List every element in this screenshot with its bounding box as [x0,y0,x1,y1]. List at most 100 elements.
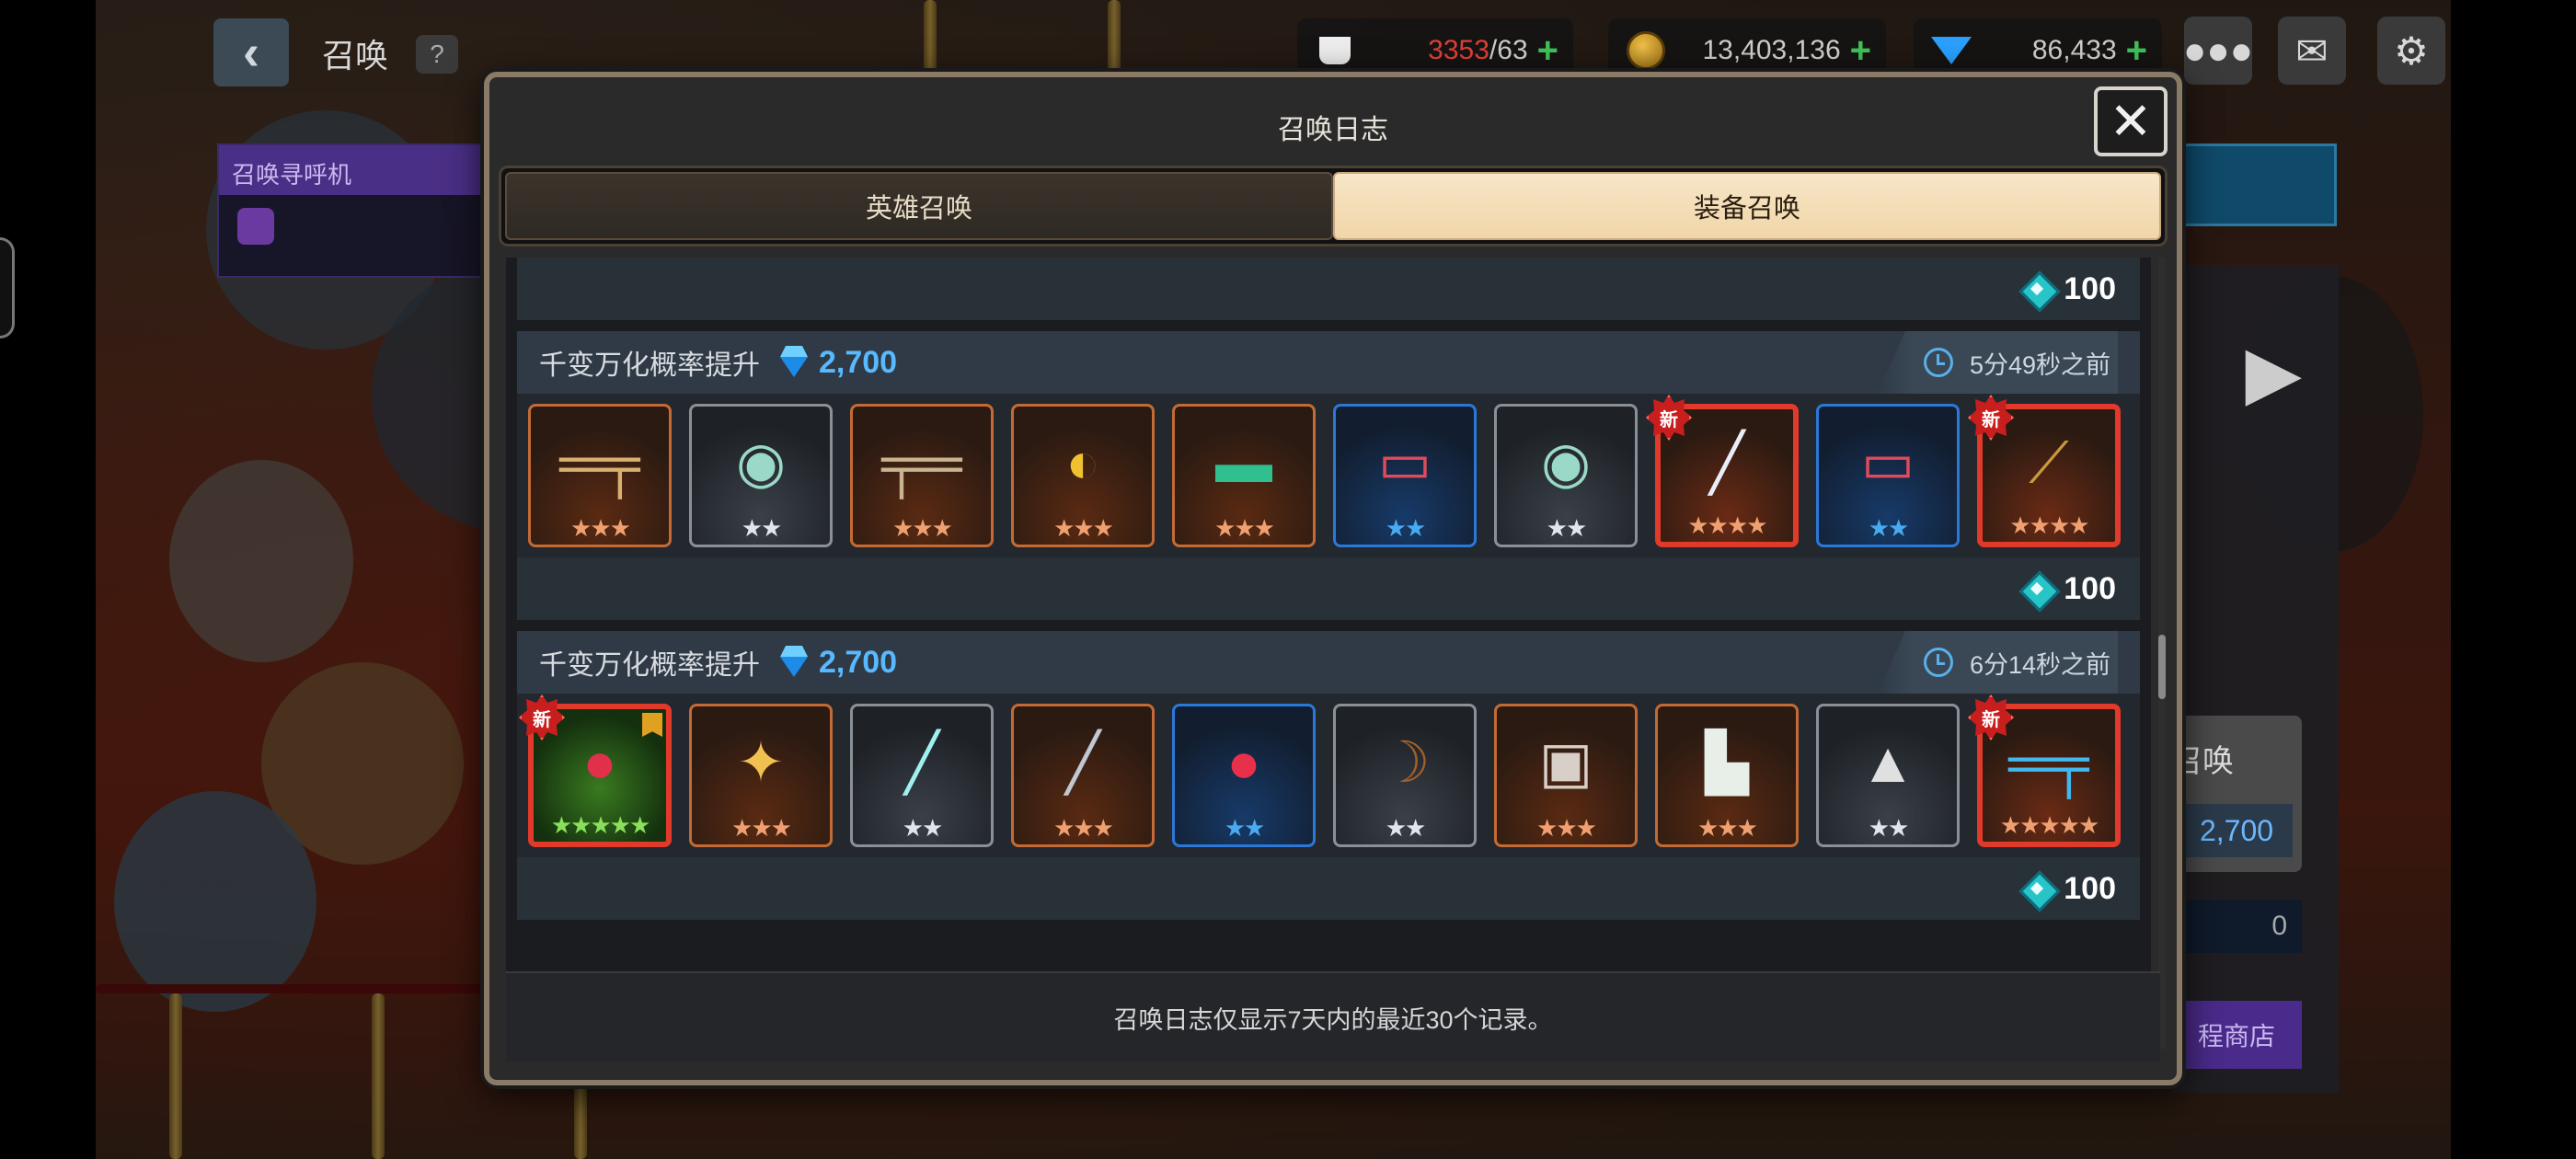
scrollbar-thumb[interactable] [2158,635,2166,699]
screen-title: 召唤 [322,37,389,75]
star-rating: ★★★★ [1687,511,1767,539]
equipment-item[interactable]: ▭ ★★ [1816,404,1960,547]
star-rating: ★★★★ [2009,511,2089,539]
entry-total-value: 100 [2064,270,2116,306]
greatsword-icon: ╱ [1709,431,1744,495]
entry-cost: 2,700 [819,344,898,380]
summon-count: 0 [2171,900,2302,953]
bow-icon: ☽ [1379,731,1431,795]
star-rating: ★★ [1385,814,1427,842]
red-potion-icon: ● [1226,731,1261,795]
star-rating: ★★★ [1697,814,1758,842]
new-badge: 新 [1646,395,1692,441]
tab-equipment-summon[interactable]: 装备召唤 [1333,172,2161,240]
gem-icon [778,646,810,679]
golden-spear-icon: ⟋ [2029,431,2069,495]
star-rating: ★★★ [892,514,953,542]
red-launcher-icon: ▭ [1377,431,1432,495]
equipment-item[interactable]: ◐ ★★★ [1011,404,1155,547]
equipment-item[interactable]: ▣ ★★★ [1494,704,1638,847]
equipment-item[interactable]: ╤═ ★★★ [850,404,994,547]
tab-hero-summon[interactable]: 英雄召唤 [505,172,1333,240]
gold-value: 13,403,136 [1702,35,1841,65]
dark-sword-icon: ╱ [1065,731,1100,795]
edge-handle[interactable] [0,237,15,339]
star-rating: ★★★ [731,814,792,842]
next-arrow-icon[interactable]: ▶ [2245,329,2302,415]
gold-coin-icon [1625,29,1667,72]
equipment-item[interactable]: ▲ ★★ [1816,704,1960,847]
gem-value: 86,433 [2031,35,2117,65]
star-rating: ★★★ [1536,814,1597,842]
summon-log-dialog: 召唤日志 ✕ 英雄召唤 装备召唤 100 千变万化概率提升 2,700 5分49秒之… [484,72,2182,1085]
summon-log-entry: 千变万化概率提升 2,700 6分14秒之前 ● ★★★★★ 新 ✦ ★★★ ╱ ★★ ╱ ★★★ ● ★… [517,631,2140,920]
clock-icon [1923,648,1953,677]
right-summon-panel: ▶ 召唤 2,700 0 程商店 [2171,265,2339,1093]
entry-header: 千变万化概率提升 2,700 6分14秒之前 [517,631,2140,694]
equipment-item[interactable]: ═╤ ★★★ [528,404,672,547]
equipment-item[interactable]: ⟋ ★★★★ 新 [1968,395,2121,547]
summon-log-entry: 千变万化概率提升 2,700 5分49秒之前 ═╤ ★★★ ◉ ★★ ╤═ ★★★ ◐ ★★★ ▬ ★★… [517,331,2140,620]
summon-log-list[interactable]: 100 千变万化概率提升 2,700 5分49秒之前 ═╤ ★★★ ◉ ★★ ╤═ ★★★ ◐ ★★… [506,258,2151,1049]
star-rating: ★★ [1224,814,1266,842]
summon-ticket-icon [2019,871,2054,906]
new-badge: 新 [519,694,565,740]
equipment-item[interactable]: ☽ ★★ [1333,704,1477,847]
summon-option-card[interactable]: 召唤 2,700 [2171,716,2302,872]
summon-option-price: 2,700 [2180,804,2293,857]
summon-pager-label: 召唤寻呼机 [219,145,482,195]
equipment-item[interactable]: ╱ ★★★★ 新 [1646,395,1799,547]
summon-ticket-icon [2019,571,2054,606]
shop-button[interactable]: 程商店 [2171,1001,2302,1069]
equipment-item[interactable]: ✦ ★★★ [689,704,833,847]
stamina-max: /63 [1489,35,1528,65]
clock-icon [1923,348,1953,377]
bookmark-icon [642,713,662,737]
right-banner-button[interactable] [2171,143,2337,226]
assault-rifle-icon: ╤═ [881,431,962,495]
equipment-item[interactable]: ◉ ★★ [1494,404,1638,547]
star-rating: ★★ [1868,514,1910,542]
star-rating: ★★★ [1053,514,1114,542]
back-button[interactable]: ‹ [213,18,289,86]
entry-total: 100 [517,258,2140,320]
equipment-item[interactable]: ● ★★★★★ 新 [519,694,672,847]
settings-button[interactable]: ⚙ [2377,17,2445,85]
entry-timestamp: 5分49秒之前 [1877,331,2118,394]
gem-icon [778,346,810,379]
entry-title: 千变万化概率提升 [539,350,760,381]
gold-add-button[interactable]: + [1850,30,1871,72]
summon-ticket-icon [2019,271,2054,306]
equipment-item[interactable]: ╱ ★★ [850,704,994,847]
entry-title: 千变万化概率提升 [539,650,760,681]
chat-bubble-icon: ●●● [2182,29,2254,72]
close-icon: ✕ [2109,92,2153,150]
star-rating: ★★★★★ [550,811,651,839]
equipment-item[interactable]: ╱ ★★★ [1011,704,1155,847]
equipment-item[interactable]: ▙ ★★★ [1655,704,1799,847]
close-button[interactable]: ✕ [2094,86,2168,156]
rifle-icon: ═╤ [559,431,640,495]
equipment-item[interactable]: ◉ ★★ [689,404,833,547]
stamina-add-button[interactable]: + [1537,30,1558,72]
equipment-item[interactable]: ● ★★ [1172,704,1316,847]
entry-total: 100 [517,557,2140,620]
mail-button[interactable]: ✉ [2278,17,2346,85]
log-tabs: 英雄召唤 装备召唤 [499,166,2168,247]
green-blaster-icon: ▬ [1215,431,1272,495]
new-badge: 新 [1968,395,2014,441]
list-scrollbar[interactable] [2158,258,2166,1049]
stamina-current: 3353 [1428,35,1489,65]
boot-icon: ▙ [1705,731,1749,795]
entry-time-text: 5分49秒之前 [1969,350,2110,379]
equipment-item[interactable]: ▭ ★★ [1333,404,1477,547]
helmet-icon: ▲ [1859,731,1916,795]
equipment-item[interactable]: ═╤ ★★★★★ 新 [1968,694,2121,847]
equipment-item[interactable]: ▬ ★★★ [1172,404,1316,547]
staff-icon: ╱ [904,731,939,795]
help-button[interactable]: ? [416,35,458,74]
chat-button[interactable]: ●●● [2182,17,2254,85]
summon-pager-panel[interactable]: 召唤寻呼机 [217,143,484,278]
holy-sword-icon: ✦ [737,731,785,795]
gem-add-button[interactable]: + [2126,30,2147,72]
